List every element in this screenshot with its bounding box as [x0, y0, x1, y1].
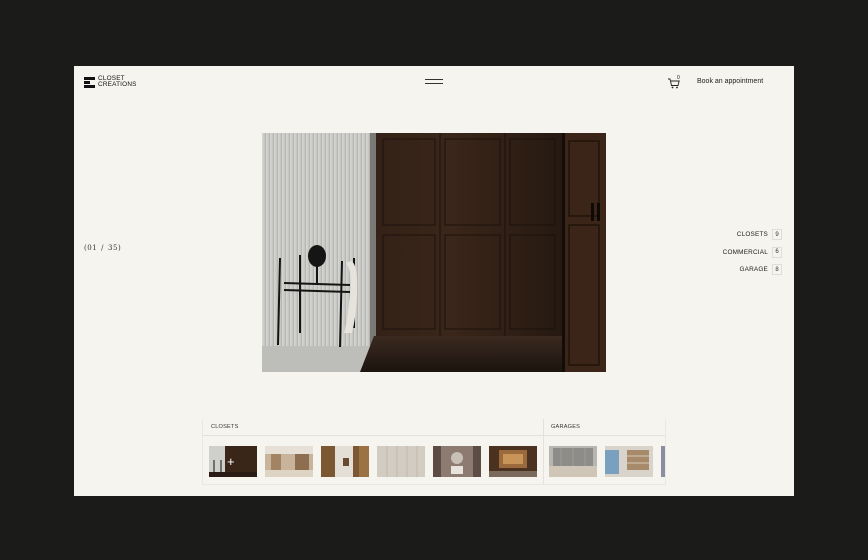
- strip-label-garages: GARAGES: [551, 424, 581, 430]
- category-label: CLOSETS: [736, 231, 768, 239]
- category-count: 6: [772, 246, 782, 258]
- closets-thumbnails: +: [202, 436, 544, 485]
- logo-line-2: CREATIONS: [98, 81, 137, 88]
- category-closets[interactable]: CLOSETS 9: [723, 226, 782, 244]
- garages-thumbnails: [543, 436, 666, 485]
- logo-mark-icon: [84, 76, 95, 88]
- hero-image: [262, 133, 606, 372]
- slide-counter: (01/35): [84, 244, 122, 252]
- strip-label-closets: CLOSETS: [211, 424, 239, 430]
- book-appointment-link[interactable]: Book an appointment: [697, 78, 763, 85]
- slide-separator: /: [101, 244, 105, 252]
- category-count: 9: [772, 229, 782, 241]
- strip-header-closets[interactable]: CLOSETS: [202, 419, 544, 436]
- logo-text: CLOSET CREATIONS: [98, 75, 137, 88]
- slide-current: 01: [87, 244, 98, 252]
- strip-header-garages[interactable]: GARAGES: [543, 419, 666, 436]
- page: CLOSET CREATIONS 0 Book an appointment (…: [74, 66, 794, 496]
- thumbnail[interactable]: [377, 446, 425, 477]
- category-garage[interactable]: GARAGE 8: [723, 261, 782, 279]
- category-label: GARAGE: [739, 266, 768, 274]
- slide-total: 35: [108, 244, 118, 252]
- category-count: 8: [772, 264, 782, 276]
- category-filter: CLOSETS 9 COMMERCIAL 6 GARAGE 8: [723, 226, 782, 279]
- plus-icon: +: [227, 454, 235, 469]
- thumbnail[interactable]: [661, 446, 665, 477]
- brand-logo[interactable]: CLOSET CREATIONS: [84, 75, 137, 88]
- thumbnail[interactable]: [605, 446, 653, 477]
- thumbnail[interactable]: [489, 446, 537, 477]
- menu-icon[interactable]: [425, 79, 443, 85]
- thumbnail[interactable]: [433, 446, 481, 477]
- cart-count-badge: 0: [677, 75, 680, 81]
- thumbnail[interactable]: [265, 446, 313, 477]
- category-commercial[interactable]: COMMERCIAL 6: [723, 244, 782, 262]
- thumbnail[interactable]: [321, 446, 369, 477]
- gallery-strip: CLOSETS GARAGES +: [202, 419, 666, 485]
- thumbnail[interactable]: [549, 446, 597, 477]
- category-label: COMMERCIAL: [722, 248, 768, 256]
